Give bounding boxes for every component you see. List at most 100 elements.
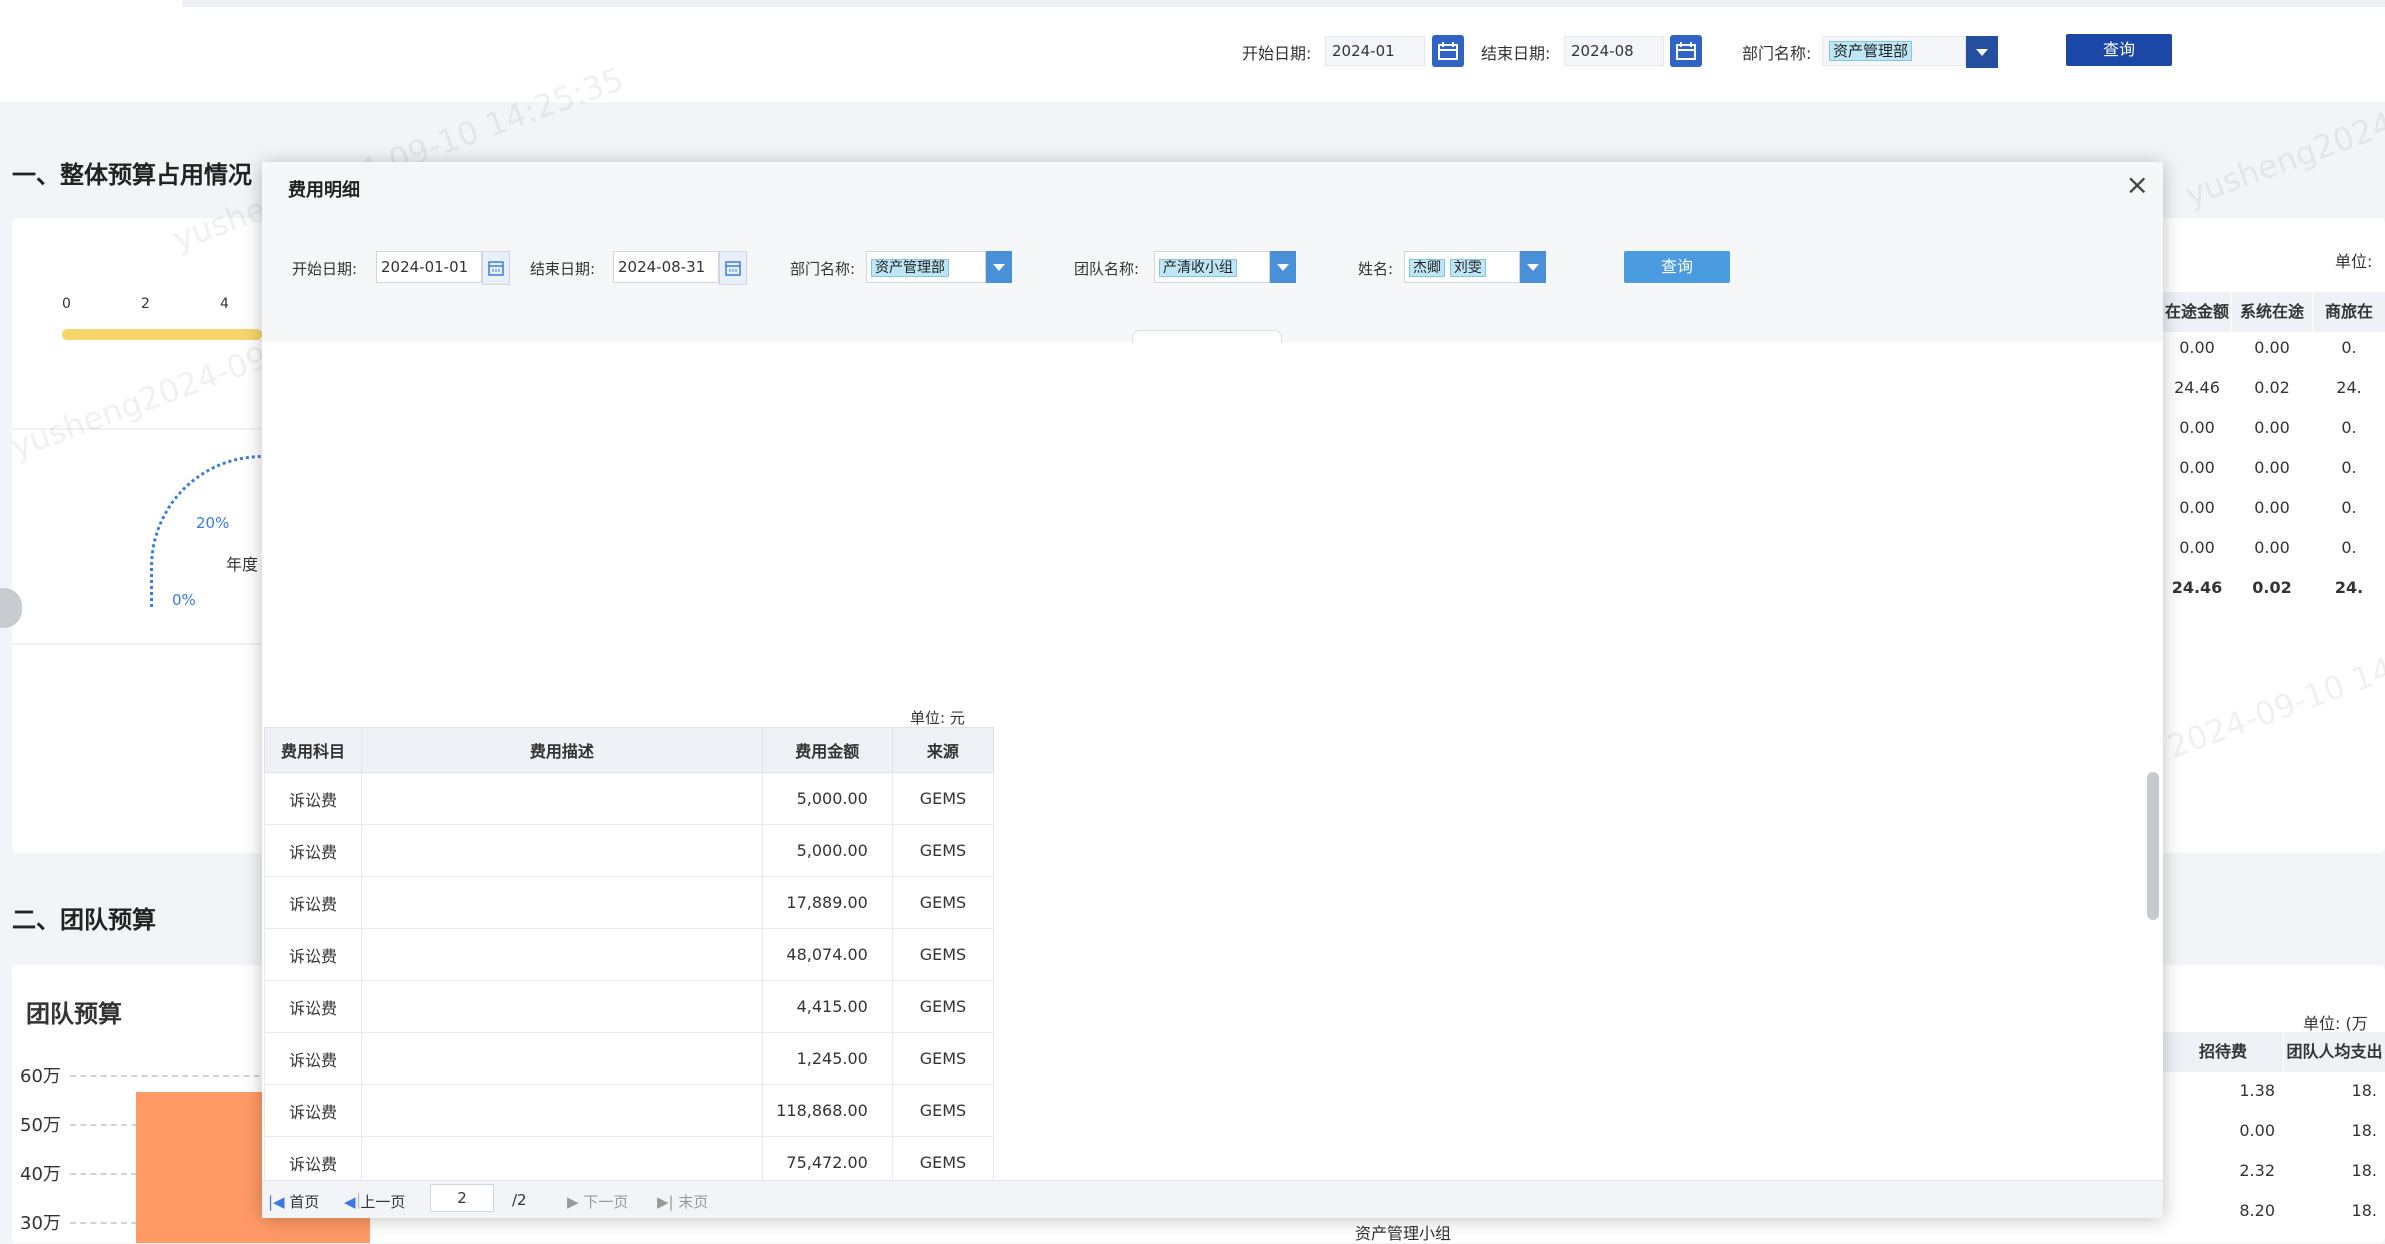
cell-subject: 诉讼费 [263, 876, 363, 929]
cell-description [361, 772, 763, 825]
cell-description [361, 824, 763, 877]
prev-page-label: 上一页 [360, 1193, 406, 1211]
modal-team-select[interactable]: 产清收小组 [1154, 251, 1270, 283]
team-budget-title: 团队预算 [26, 1000, 122, 1028]
top-query-button[interactable]: 查询 [2066, 34, 2172, 66]
last-page-label: 末页 [678, 1193, 709, 1211]
bg-table-cell: 0.00 [2254, 538, 2290, 557]
bg-table-cell: 18. [2351, 1161, 2377, 1180]
modal-dept-dropdown[interactable] [986, 251, 1012, 283]
grid-line [70, 1075, 270, 1077]
dept-select[interactable]: 资产管理部 [1822, 36, 1966, 66]
col-header-description[interactable]: 费用描述 [361, 727, 763, 773]
table-header-row: 费用科目 费用描述 费用金额 来源 [263, 727, 995, 773]
start-calendar-button[interactable] [1432, 35, 1464, 67]
close-icon[interactable]: × [2126, 171, 2149, 199]
cell-source: GEMS [891, 824, 995, 877]
start-date-input[interactable]: 2024-01 [1325, 36, 1425, 66]
first-page-button[interactable]: |◀ 首页 [268, 1191, 319, 1212]
modal-end-input[interactable]: 2024-08-31 [613, 251, 719, 283]
bg-table-cell: 0. [2341, 498, 2357, 517]
first-page-icon: |◀ [268, 1193, 285, 1211]
bg-table-cell: 1.38 [2239, 1081, 2275, 1100]
prev-page-icon: ◀ [344, 1193, 356, 1211]
modal-start-input[interactable]: 2024-01-01 [376, 251, 482, 283]
watermark: yusheng2024 [2180, 103, 2385, 215]
cell-description [361, 980, 763, 1033]
table-row[interactable]: 诉讼费 118,868.00 GEMS [263, 1084, 995, 1137]
cell-description [361, 876, 763, 929]
modal-start-label: 开始日期: [292, 260, 358, 278]
cell-amount: 48,074.00 [761, 928, 893, 981]
dept-tag: 资产管理部 [871, 259, 949, 277]
section1-title: 一、整体预算占用情况 [12, 161, 252, 189]
modal-team-label: 团队名称: [1074, 260, 1140, 278]
card-divider [12, 643, 262, 645]
end-calendar-button[interactable] [1670, 35, 1702, 67]
bg-table-cell: 0. [2341, 458, 2357, 477]
calendar-icon [488, 261, 504, 276]
bg-table-cell: 0.00 [2254, 338, 2290, 357]
modal-start-calendar[interactable] [482, 251, 510, 285]
dept-label: 部门名称: [1742, 44, 1812, 63]
col-header-subject[interactable]: 费用科目 [263, 727, 363, 773]
bg-table-cell: 0.00 [2179, 458, 2215, 477]
bg-row-label: 资产管理小组 [1355, 1224, 1452, 1243]
bg-table-cell: 24. [2336, 378, 2362, 397]
bg-table-cell: 0. [2341, 418, 2357, 437]
cell-source: GEMS [891, 980, 995, 1033]
modal-name-dropdown[interactable] [1520, 251, 1546, 283]
chevron-down-icon [1527, 263, 1539, 271]
cell-amount: 118,868.00 [761, 1084, 893, 1137]
col-header-source[interactable]: 来源 [891, 727, 995, 773]
cell-source: GEMS [891, 928, 995, 981]
modal-end-label: 结束日期: [530, 260, 596, 278]
collapse-handle[interactable] [1132, 330, 1282, 343]
bg-table-header: 团队人均支出 [2284, 1032, 2385, 1072]
last-page-button[interactable]: ▶| 末页 [657, 1191, 708, 1212]
page-number-input[interactable]: 2 [430, 1184, 494, 1212]
modal-name-select[interactable]: 杰卿 刘雯 [1404, 251, 1520, 283]
end-date-input[interactable]: 2024-08 [1564, 36, 1664, 66]
bg-table-cell: 24. [2334, 578, 2364, 597]
cell-source: GEMS [891, 772, 995, 825]
cell-subject: 诉讼费 [263, 1084, 363, 1137]
next-page-button[interactable]: ▶ 下一页 [567, 1191, 628, 1212]
modal-dept-label: 部门名称: [790, 260, 856, 278]
y-tick-label: 60万 [20, 1066, 61, 1087]
modal-end-calendar[interactable] [719, 251, 747, 285]
table-row[interactable]: 诉讼费 5,000.00 GEMS [263, 824, 995, 877]
table-row[interactable]: 诉讼费 1,245.00 GEMS [263, 1032, 995, 1085]
top-strip [182, 0, 2385, 7]
bg-table-cell: 0.00 [2179, 538, 2215, 557]
calendar-icon [1438, 42, 1458, 60]
col-header-amount[interactable]: 费用金额 [761, 727, 893, 773]
next-page-icon: ▶ [567, 1193, 579, 1211]
pager: |◀ 首页 | ◀ 上一页 2 /2 ▶ 下一页 ▶| 末页 [262, 1180, 2163, 1218]
calendar-icon [1676, 42, 1696, 60]
table-row[interactable]: 诉讼费 5,000.00 GEMS [263, 772, 995, 825]
modal-title: 费用明细 [288, 180, 360, 201]
prev-page-button[interactable]: ◀ 上一页 [344, 1191, 405, 1212]
unit-label: 单位: [2335, 252, 2373, 271]
bg-table-header: 招待费 [2163, 1032, 2283, 1072]
cell-subject: 诉讼费 [263, 772, 363, 825]
modal-dept-select[interactable]: 资产管理部 [866, 251, 986, 283]
table-row[interactable]: 诉讼费 48,074.00 GEMS [263, 928, 995, 981]
modal-query-button[interactable]: 查询 [1624, 251, 1730, 283]
cell-source: GEMS [891, 876, 995, 929]
modal-team-dropdown[interactable] [1270, 251, 1296, 283]
bg-table-cell: 18. [2351, 1201, 2377, 1220]
cell-source: GEMS [891, 1032, 995, 1085]
bg-table-cell: 0. [2341, 538, 2357, 557]
total-pages: /2 [512, 1191, 527, 1209]
calendar-icon [725, 261, 741, 276]
table-row[interactable]: 诉讼费 17,889.00 GEMS [263, 876, 995, 929]
name-tag: 刘雯 [1449, 259, 1486, 277]
team-tag: 产清收小组 [1159, 259, 1237, 277]
bg-table-cell: 24.46 [2171, 578, 2223, 597]
dept-dropdown-button[interactable] [1966, 36, 1998, 68]
vertical-scrollbar[interactable] [2147, 772, 2159, 920]
bg-table-cell: 0.00 [2254, 418, 2290, 437]
table-row[interactable]: 诉讼费 4,415.00 GEMS [263, 980, 995, 1033]
